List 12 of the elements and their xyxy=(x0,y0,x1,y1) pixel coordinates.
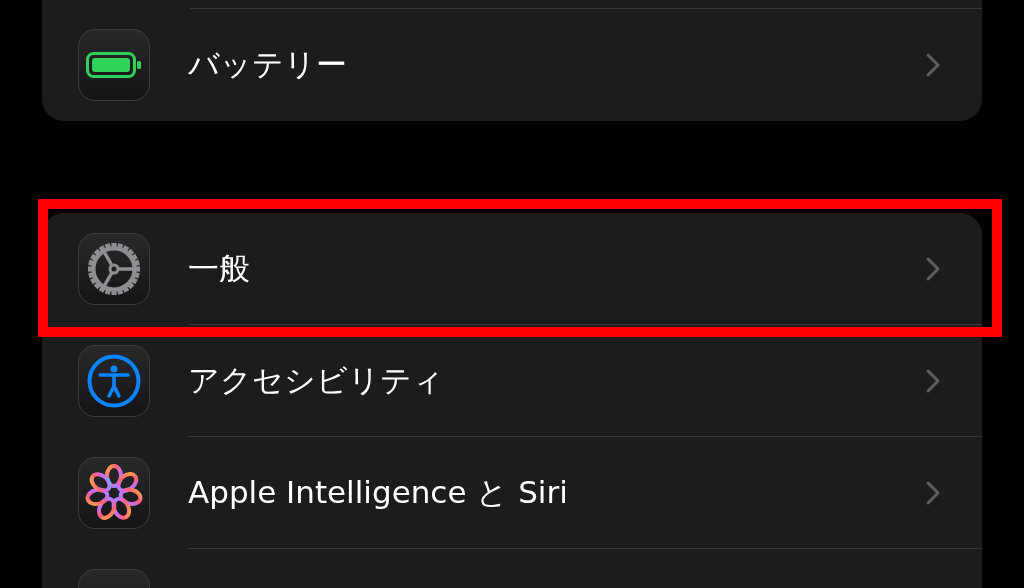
chevron-icon xyxy=(926,52,940,77)
settings-label[interactable]: 一般 xyxy=(188,247,926,290)
accessibility-icon xyxy=(87,354,141,408)
chevron-icon xyxy=(926,368,940,393)
battery-icon xyxy=(86,52,142,78)
intelligence-icon xyxy=(85,464,143,522)
gear-icon xyxy=(86,241,142,297)
chevron-icon xyxy=(926,256,940,281)
settings-label[interactable]: アクセシビリティ xyxy=(188,359,926,402)
settings-label[interactable]: バッテリー xyxy=(188,43,926,86)
settings-label[interactable]: Apple Intelligence と Siri xyxy=(188,471,926,514)
chevron-icon xyxy=(926,480,940,505)
